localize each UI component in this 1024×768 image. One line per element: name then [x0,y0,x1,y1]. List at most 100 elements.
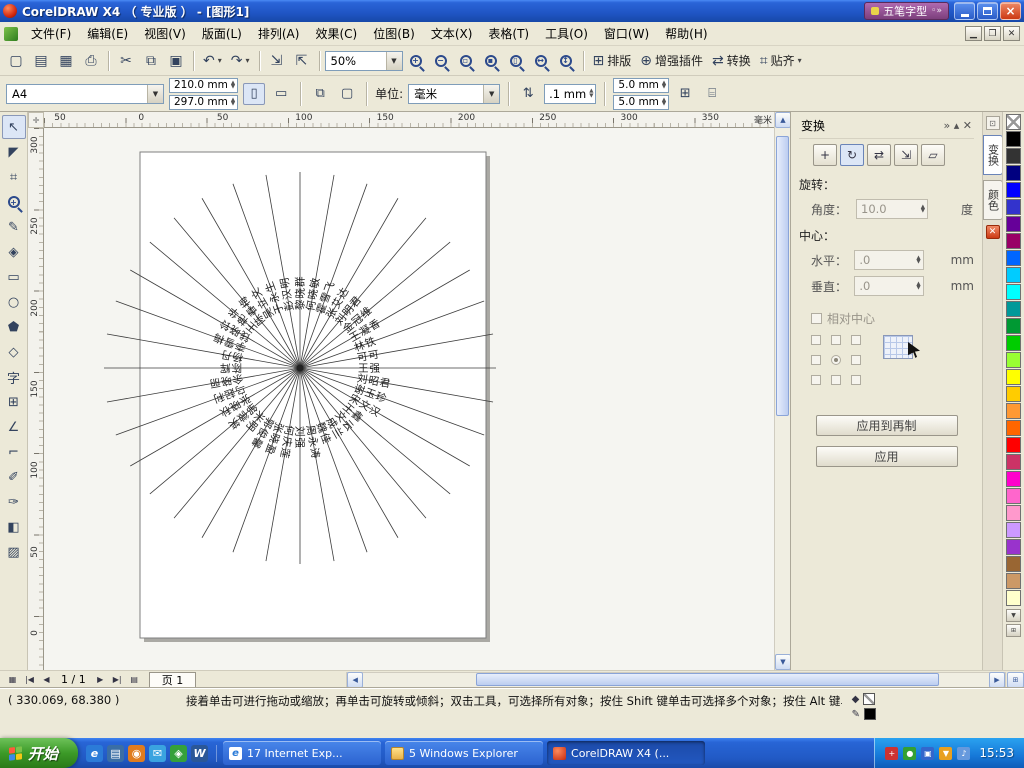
color-swatch[interactable] [1006,284,1021,300]
dimension-tool[interactable]: ∠ [2,415,26,439]
anchor-cell[interactable] [851,335,861,345]
vertical-scrollbar[interactable]: ▲ ▼ [774,112,790,670]
undo-button[interactable]: ↶▾ [199,49,226,73]
portrait-button[interactable]: ▯ [243,83,265,105]
transform-skew-button[interactable]: ▱ [921,144,945,166]
chevron-down-icon[interactable]: ▼ [147,85,163,103]
options-button[interactable]: ⌸ [701,83,723,105]
color-swatch[interactable] [1006,437,1021,453]
polygon-tool[interactable]: ⬟ [2,315,26,339]
color-swatch[interactable] [1006,233,1021,249]
vertical-scroll-thumb[interactable] [776,136,789,416]
tray-chat-icon[interactable]: ● [903,747,916,760]
anchor-cell[interactable] [851,375,861,385]
snap-settings-button[interactable]: ⊞ [674,83,696,105]
export-button[interactable]: ⇱ [290,49,314,73]
ql-internet-explorer[interactable]: e [86,745,103,762]
chevron-down-icon[interactable]: ▼ [386,52,402,70]
tray-volume-icon[interactable]: ♪ [957,747,970,760]
color-swatch[interactable] [1006,488,1021,504]
color-swatch[interactable] [1006,403,1021,419]
chevron-down-icon[interactable]: ▼ [483,85,499,103]
anchor-cell[interactable] [831,375,841,385]
landscape-button[interactable]: ▭ [270,83,292,105]
spinner-arrows-icon[interactable]: ▲▼ [662,98,666,107]
docker-tab-color[interactable]: 颜色 [983,180,1003,220]
zoom-page-button[interactable]: ▯ [504,49,528,73]
current-page-button[interactable]: ▢ [336,83,358,105]
apply-to-duplicate-button[interactable]: 应用到再制 [816,415,958,436]
color-swatch[interactable] [1006,148,1021,164]
spinner-arrows-icon[interactable]: ▲▼ [231,81,235,90]
pick-tool[interactable]: ↖ [2,115,26,139]
color-swatch[interactable] [1006,539,1021,555]
spinner-arrows-icon[interactable]: ▲▼ [231,98,235,107]
center-v-input[interactable]: .0 ▲▼ [854,276,923,296]
transform-position-button[interactable]: + [813,144,837,166]
start-button[interactable]: 开始 [0,738,78,768]
color-swatch[interactable] [1006,182,1021,198]
close-button[interactable]: × [1000,2,1021,20]
zoom-all-button[interactable]: ▪ [479,49,503,73]
duplicate-y-input[interactable]: 5.0 mm▲▼ [613,95,669,110]
task-coreldraw[interactable]: CorelDRAW X4 (... [547,741,705,765]
horizontal-scroll-thumb[interactable] [476,673,939,686]
smart-fill-tool[interactable]: ◈ [2,240,26,264]
ql-outlook[interactable]: ✉ [149,745,166,762]
drawing-canvas[interactable]: 王强刘昭君谢玉珍宋文汉王鑫文云成兰魏佳周永涛刘强何庆莲张晓盈郭俊馨米明邹微笑张晓… [44,128,774,670]
imposition-button[interactable]: ⊞排版 [589,49,636,73]
color-swatch[interactable] [1006,573,1021,589]
horizontal-ruler[interactable]: 50050100150200250300350毫米 [44,112,774,128]
horizontal-scrollbar[interactable]: ◀ ▶ [346,672,1006,688]
color-swatch[interactable] [1006,590,1021,606]
color-swatch[interactable] [1006,471,1021,487]
mdi-minimize-button[interactable]: ▁ [965,26,982,41]
freehand-tool[interactable]: ✎ [2,215,26,239]
ql-word[interactable]: W [191,745,208,762]
paper-width-input[interactable]: 210.0 mm▲▼ [169,78,238,93]
page-tab[interactable]: 页 1 [149,672,197,688]
spinner-arrows-icon[interactable]: ▲▼ [921,205,925,214]
new-button[interactable]: ▢ [4,49,28,73]
canvas-viewport[interactable]: 王强刘昭君谢玉珍宋文汉王鑫文云成兰魏佳周永涛刘强何庆莲张晓盈郭俊馨米明邹微笑张晓… [44,128,774,670]
transform-rotate-button[interactable]: ↻ [840,144,864,166]
zoom-selected-button[interactable]: ▫ [454,49,478,73]
docker-tab-transform[interactable]: 变换 [983,135,1003,175]
transform-size-button[interactable]: ⇲ [894,144,918,166]
text-tool[interactable]: 字 [2,365,26,389]
outline-pen-tool[interactable]: ✑ [2,490,26,514]
anchor-cell[interactable] [811,335,821,345]
fill-tool[interactable]: ◧ [2,515,26,539]
menu-effects[interactable]: 效果(C) [307,22,365,45]
color-swatch[interactable] [1006,522,1021,538]
basic-shapes-tool[interactable]: ◇ [2,340,26,364]
menu-bitmaps[interactable]: 位图(B) [365,22,423,45]
last-page-button[interactable]: ▶| [109,672,126,687]
tray-update-icon[interactable]: ▼ [939,747,952,760]
vertical-ruler[interactable]: 300250200150100500 [28,128,44,670]
interactive-fill-tool[interactable]: ▨ [2,540,26,564]
anchor-cell[interactable] [811,375,821,385]
ime-options-icon[interactable]: ◦» [931,6,942,16]
all-pages-button[interactable]: ⧉ [309,83,331,105]
ellipse-tool[interactable]: ○ [2,290,26,314]
anchor-cell[interactable] [811,355,821,365]
shape-tool[interactable]: ◤ [2,140,26,164]
spinner-arrows-icon[interactable]: ▲▼ [916,256,920,265]
color-swatch[interactable] [1006,369,1021,385]
palette-expand-icon[interactable]: ⊞ [1006,624,1021,637]
page-menu-button[interactable]: ▤ [126,672,143,687]
no-color-swatch[interactable] [1006,114,1021,130]
transform-scale-button[interactable]: ⇄ [867,144,891,166]
color-swatch[interactable] [1006,335,1021,351]
task-windows-explorer[interactable]: 5 Windows Explorer [385,741,543,765]
paper-size-select[interactable]: A4 ▼ [6,84,164,104]
zoom-tool[interactable]: + [2,190,26,214]
print-button[interactable]: ⎙ [79,49,103,73]
paste-button[interactable]: ▣ [164,49,188,73]
color-swatch[interactable] [1006,165,1021,181]
snap-button[interactable]: ⌗贴齐▾ [756,49,806,73]
color-swatch[interactable] [1006,386,1021,402]
next-page-button[interactable]: ▶ [92,672,109,687]
zoom-in-button[interactable]: + [404,49,428,73]
